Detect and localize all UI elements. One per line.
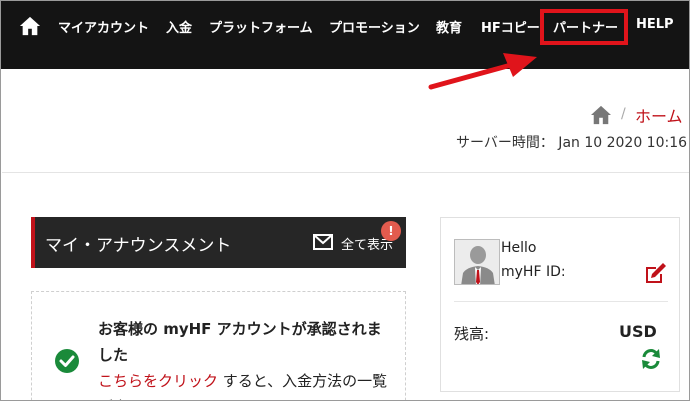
announcements-header: マイ・アナウンスメント 全て表示 !: [31, 217, 406, 268]
deposit-methods-link[interactable]: こちらをクリック: [98, 372, 218, 390]
home-icon[interactable]: [19, 15, 41, 37]
nav-item-promotion[interactable]: プロモーション: [329, 17, 420, 36]
nav-item-education[interactable]: 教育: [436, 17, 462, 36]
user-silhouette-icon: [455, 240, 499, 284]
nav-item-my-account[interactable]: マイアカウント: [58, 17, 149, 36]
envelope-icon[interactable]: [313, 234, 333, 250]
profile-card: Hello myHF ID: 残高: USD: [440, 217, 680, 392]
card-divider: [454, 301, 668, 302]
nav-item-platform[interactable]: プラットフォーム: [209, 17, 313, 36]
greeting: Hello: [501, 240, 537, 256]
page-frame: マイアカウント 入金 プラットフォーム プロモーション 教育 HFコピー パート…: [0, 0, 690, 401]
edit-icon[interactable]: [643, 262, 667, 284]
nav-item-deposit[interactable]: 入金: [166, 17, 192, 36]
breadcrumb-current[interactable]: ホーム: [635, 103, 683, 127]
notification-badge: !: [381, 221, 401, 241]
nav-item-help[interactable]: HELP: [636, 17, 674, 32]
balance-currency: USD: [619, 322, 657, 341]
announcement-message-bold: お客様の myHF アカウントが承認されました: [98, 320, 382, 364]
top-navigation: マイアカウント 入金 プラットフォーム プロモーション 教育 HFコピー パート…: [1, 1, 689, 69]
partner-highlight-box: [540, 9, 628, 45]
check-circle-icon: [55, 349, 79, 373]
myhf-id-label: myHF ID:: [501, 264, 566, 280]
nav-item-hf-copy[interactable]: HFコピー: [481, 17, 540, 36]
avatar: [454, 239, 500, 285]
announcement-message: お客様の myHF アカウントが承認されました こちらをクリック すると、入金方…: [98, 316, 388, 400]
breadcrumb-home-icon[interactable]: [590, 105, 612, 125]
announcement-card: お客様の myHF アカウントが承認されました こちらをクリック すると、入金方…: [31, 291, 406, 400]
balance-label: 残高:: [454, 325, 490, 343]
content-divider: [2, 172, 689, 173]
server-time: サーバー時間： Jan 10 2020 10:16: [456, 135, 688, 151]
refresh-icon[interactable]: [640, 348, 662, 370]
breadcrumb-separator: /: [621, 106, 626, 122]
announcements-title: マイ・アナウンスメント: [45, 236, 232, 256]
